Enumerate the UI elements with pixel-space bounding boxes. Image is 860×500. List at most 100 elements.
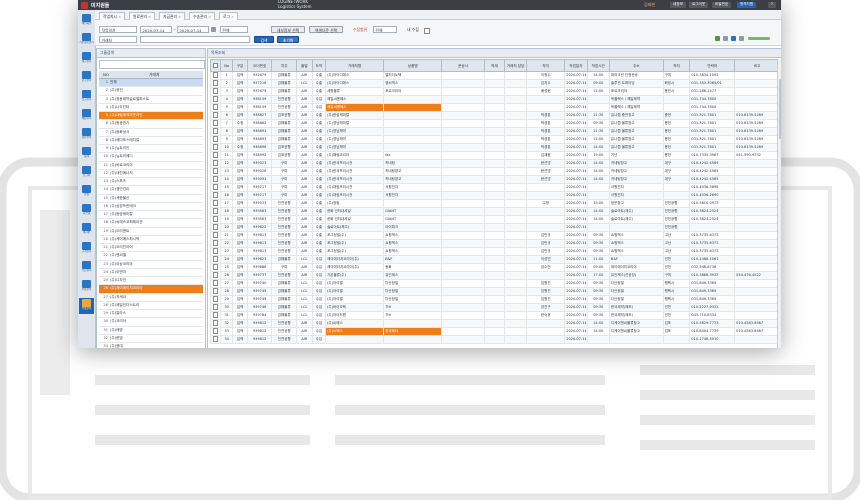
- close-icon[interactable]: ×: [118, 14, 121, 19]
- row-checkbox[interactable]: [212, 168, 219, 174]
- grid-column-header[interactable]: [209, 59, 222, 72]
- grid-column-header[interactable]: 작업시간: [586, 59, 610, 72]
- row-checkbox-cell[interactable]: [209, 143, 222, 152]
- row-checkbox[interactable]: [212, 336, 219, 342]
- row-checkbox-cell[interactable]: [209, 167, 222, 176]
- row-checkbox[interactable]: [212, 272, 219, 278]
- group-list-item[interactable]: 17 (주)동양캐미칼: [99, 211, 203, 220]
- row-checkbox-cell[interactable]: [209, 287, 222, 296]
- row-checkbox-cell[interactable]: [209, 95, 222, 104]
- group-list-item[interactable]: 10 (주)뉴트리메디: [99, 153, 203, 162]
- table-row[interactable]: 7 수정 938862 김해물류 AIR 수출 (주)영남케미컬 박경훈 2020-07-14 0…: [209, 119, 780, 128]
- sidebar-item-14[interactable]: 수송관리: [79, 279, 94, 295]
- row-checkbox[interactable]: [212, 320, 219, 326]
- row-checkbox[interactable]: [212, 152, 219, 158]
- scrollbar-thumb[interactable]: [778, 79, 781, 139]
- close-icon[interactable]: ×: [208, 14, 211, 19]
- row-checkbox-cell[interactable]: [209, 247, 222, 256]
- group-list-item[interactable]: 22 (주)엔씨엘: [99, 252, 203, 261]
- row-checkbox[interactable]: [212, 176, 219, 182]
- sidebar-item-11[interactable]: 게시판: [79, 222, 94, 238]
- grid-view-icon[interactable]: [731, 36, 736, 41]
- grid-column-header[interactable]: 적재: [483, 59, 505, 72]
- table-row[interactable]: 17 입력 939533 인천공항 AIR 수출 (주)정림 고정 2020-07-14 15:0…: [209, 199, 780, 208]
- sidebar-item-9[interactable]: 설정: [79, 184, 94, 200]
- table-row[interactable]: 15 입력 939217 구미 AIR 수출 (주)대림프리시전 서원전자 2020-07-14…: [209, 183, 780, 192]
- group-list-item[interactable]: 11 (주)바로코리아: [99, 162, 203, 170]
- row-checkbox[interactable]: [212, 232, 219, 238]
- group-list-item[interactable]: 5 (주)대림제약아웃라인: [99, 112, 203, 121]
- group-list-item[interactable]: 19 (주)오리엔트: [99, 228, 203, 236]
- group-list-item[interactable]: 2 (주)광진: [99, 87, 203, 96]
- row-checkbox[interactable]: [212, 296, 219, 302]
- grid-column-header[interactable]: 도착: [311, 59, 327, 72]
- group-list-item[interactable]: 20 (주)케이에스퍼시픽: [99, 236, 203, 244]
- zone-select[interactable]: 전체: [373, 26, 397, 33]
- sidebar-item-12[interactable]: 고객관리: [79, 241, 94, 257]
- row-checkbox-cell[interactable]: [209, 279, 222, 288]
- row-checkbox-cell[interactable]: [209, 199, 222, 208]
- sidebar-item-15[interactable]: 수송관리: [79, 298, 94, 314]
- row-checkbox[interactable]: [212, 216, 219, 222]
- excel-icon[interactable]: [715, 36, 720, 41]
- group-list-item[interactable]: 7 (주)동화상사: [99, 129, 203, 137]
- row-checkbox-cell[interactable]: [209, 119, 222, 128]
- row-checkbox[interactable]: [212, 264, 219, 270]
- row-checkbox[interactable]: [212, 312, 219, 318]
- row-checkbox-cell[interactable]: [209, 79, 222, 88]
- row-checkbox[interactable]: [212, 288, 219, 294]
- sidebar-item-3[interactable]: 출고관리: [79, 70, 94, 86]
- settings-icon[interactable]: [739, 36, 744, 41]
- sidebar-item-13[interactable]: 주문관리: [79, 260, 94, 276]
- table-row[interactable]: 21 입력 939613 인천공항 AIR 수출 포그정밀(주) 쇼핑엑스 김민규 2020-07…: [209, 231, 780, 240]
- group-list-item[interactable]: 21 (주)오리진아이: [99, 244, 203, 253]
- table-row[interactable]: 4 입력 938159 인천공항 AIR 수입 제일씨엔에스 2020-07-14 옥플렉스 /…: [209, 95, 780, 104]
- row-checkbox[interactable]: [212, 80, 219, 86]
- group-list-item[interactable]: 18 (주)씨에스코퍼레이션: [99, 219, 203, 228]
- my-info-button[interactable]: 내정보: [670, 2, 686, 8]
- group-list-item[interactable]: 14 (주)경민관리: [99, 186, 203, 195]
- grid-column-header[interactable]: 연락처: [689, 59, 736, 72]
- row-checkbox[interactable]: [212, 328, 219, 334]
- sidebar-item-5[interactable]: 배송관리: [79, 108, 94, 124]
- table-row[interactable]: 12 입력 939023 구미 AIR 수출 (주)한국프리시전 카네팅 현선영 2020-07-…: [209, 159, 780, 168]
- date-type-select[interactable]: 작업일자: [99, 26, 137, 33]
- grid-column-header[interactable]: 상품명: [383, 59, 443, 72]
- remote-support-button[interactable]: 원격지원: [737, 2, 757, 8]
- grid-column-header[interactable]: 착지: [526, 59, 566, 72]
- row-checkbox-cell[interactable]: [209, 335, 222, 344]
- grid-column-header[interactable]: 차주: [271, 59, 298, 72]
- grid-column-header[interactable]: 구분: [232, 59, 248, 72]
- row-checkbox[interactable]: [212, 200, 219, 206]
- date-to-input[interactable]: 2020-07-14: [177, 26, 209, 33]
- row-checkbox-cell[interactable]: [209, 231, 222, 240]
- row-checkbox-cell[interactable]: [209, 239, 222, 248]
- table-row[interactable]: 29 입력 939745 김해물류 LCL 수입 (주)아이엘 다산정밀 임원진 2020-07-…: [209, 295, 780, 304]
- row-checkbox[interactable]: [212, 112, 219, 118]
- table-row[interactable]: 34 입력 939812 인천공항 AIR 수입 (주)씨에스 2020-07-14 010-2…: [209, 335, 780, 344]
- row-checkbox[interactable]: [212, 104, 219, 110]
- close-icon[interactable]: ×: [231, 14, 234, 19]
- row-checkbox-cell[interactable]: [209, 135, 222, 144]
- group-list-item[interactable]: 9 (주)뉴트리인: [99, 145, 203, 154]
- table-row[interactable]: 23 입력 939613 인천공항 AIR 수출 포그정밀(주) 쇼핑엑스 김민규 2020-07…: [209, 247, 780, 256]
- grid-column-header[interactable]: 거래처 담당: [503, 59, 528, 72]
- row-checkbox[interactable]: [212, 128, 219, 134]
- table-row[interactable]: 28 입력 939745 김해물류 LCL 수입 (주)아이엘 다산정밀 임원진 2020-07-…: [209, 287, 780, 296]
- table-row[interactable]: 26 입력 939737 인천공항 AIR 수입 가온물류(주) 유인제스 2020-07-14…: [209, 271, 780, 280]
- password-button[interactable]: 비밀번호: [712, 2, 732, 8]
- sidebar-item-7[interactable]: 통계: [79, 146, 94, 162]
- row-checkbox-cell[interactable]: [209, 175, 222, 184]
- group-list-item[interactable]: 25 (주)디자인: [99, 277, 203, 286]
- reset-button[interactable]: 초기화: [277, 36, 299, 43]
- grid-column-header[interactable]: No: [220, 59, 234, 72]
- table-row[interactable]: 27 입력 939740 김해물류 LCL 수입 (주)아이엘 다산정밀 임원진 2020-07-…: [209, 279, 780, 288]
- table-row[interactable]: 6 입력 938827 김포공항 AIR 수출 (주)한성케미컬 박경훈 2020-07-14 1…: [209, 111, 780, 120]
- help-button[interactable]: ?: [768, 2, 776, 8]
- my-collect-checkbox[interactable]: [424, 28, 430, 34]
- table-row[interactable]: 33 입력 939812 인천공항 AIR 수입 (주)씨에스 한국메디 2020-07-14 1…: [209, 327, 780, 336]
- table-row[interactable]: 19 입력 939563 인천공항 AIR 수출 한화 인터내셔널 GIANT 2020-07-…: [209, 215, 780, 224]
- group-list-item[interactable]: 32 (주)한빛: [99, 335, 203, 343]
- group-list-item[interactable]: 24 (주)이엔지: [99, 269, 203, 277]
- group-list-item[interactable]: 33 (주)현대: [99, 343, 203, 348]
